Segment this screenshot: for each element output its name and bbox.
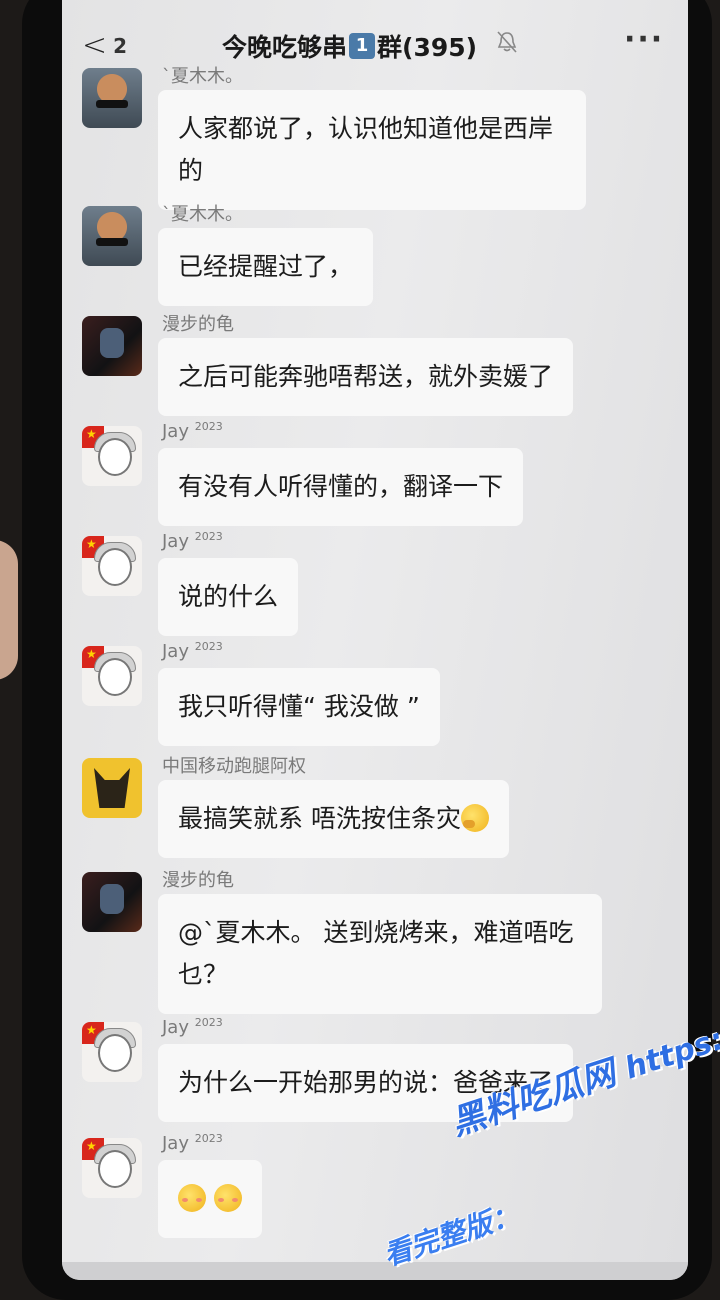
- more-options-button[interactable]: ···: [624, 22, 664, 57]
- phone-frame: < 2 今晚吃够串 1 群(395) ··· `夏木木。 人家都说了，认识他知道…: [22, 0, 712, 1300]
- group-title-post: 群(395): [377, 33, 478, 62]
- input-bar-edge: [62, 1262, 688, 1280]
- chat-header: < 2 今晚吃够串 1 群(395) ···: [62, 0, 688, 86]
- avatar[interactable]: [82, 316, 142, 376]
- chevron-left-icon: <: [82, 28, 108, 63]
- sender-name: 漫步的龟: [162, 870, 234, 891]
- message-bubble[interactable]: 说的什么: [158, 558, 299, 636]
- sender-name: `夏木木。: [162, 66, 243, 87]
- back-button[interactable]: < 2: [82, 28, 127, 63]
- message-bubble[interactable]: 之后可能奔驰唔帮送，就外卖媛了: [158, 338, 574, 416]
- sender-name: Jay 2023: [162, 530, 223, 552]
- message-bubble[interactable]: 有没有人听得懂的，翻译一下: [158, 448, 524, 526]
- message-text: 最搞笑就系 唔洗按住条灾: [178, 804, 461, 833]
- keycap-one-icon: 1: [349, 33, 376, 59]
- sender-name: Jay 2023: [162, 640, 223, 662]
- avatar[interactable]: ★: [82, 646, 142, 706]
- avatar[interactable]: [82, 758, 142, 818]
- avatar[interactable]: ★: [82, 426, 142, 486]
- sender-name: Jay 2023: [162, 420, 223, 442]
- finger: [0, 540, 18, 680]
- sender-name: Jay 2023: [162, 1132, 223, 1154]
- message-bubble[interactable]: 我只听得懂“ 我没做 ”: [158, 668, 440, 746]
- sender-tag: 2023: [194, 530, 223, 543]
- sender-tag: 2023: [194, 1016, 223, 1029]
- sender-name: `夏木木。: [162, 204, 243, 225]
- message-bubble[interactable]: 已经提醒过了，: [158, 228, 374, 306]
- sender-tag: 2023: [194, 640, 223, 653]
- sender-tag: 2023: [194, 420, 223, 433]
- avatar[interactable]: [82, 872, 142, 932]
- message-bubble[interactable]: @`夏木木。 送到烧烤来，难道唔吃乜？: [158, 894, 602, 1014]
- sender-name: 漫步的龟: [162, 314, 234, 335]
- message-bubble[interactable]: 人家都说了，认识他知道他是西岸的: [158, 90, 586, 210]
- group-title: 今晚吃够串 1 群(395): [222, 28, 477, 64]
- mute-bell-icon: [497, 31, 517, 53]
- unread-badge: 2: [113, 33, 128, 58]
- avatar[interactable]: ★: [82, 1138, 142, 1198]
- thinking-face-icon: [460, 804, 489, 832]
- sender-name: Jay 2023: [162, 1016, 223, 1038]
- avatar[interactable]: ★: [82, 1022, 142, 1082]
- message-bubble[interactable]: 最搞笑就系 唔洗按住条灾: [158, 780, 509, 858]
- sender-tag: 2023: [194, 1132, 223, 1145]
- avatar[interactable]: ★: [82, 536, 142, 596]
- blushing-face-icon: [213, 1184, 242, 1212]
- avatar[interactable]: [82, 68, 142, 128]
- message-bubble[interactable]: [158, 1160, 262, 1238]
- sender-name: 中国移动跑腿阿权: [162, 756, 306, 777]
- avatar[interactable]: [82, 206, 142, 266]
- group-title-pre: 今晚吃够串: [222, 33, 348, 62]
- blushing-face-icon: [178, 1184, 206, 1212]
